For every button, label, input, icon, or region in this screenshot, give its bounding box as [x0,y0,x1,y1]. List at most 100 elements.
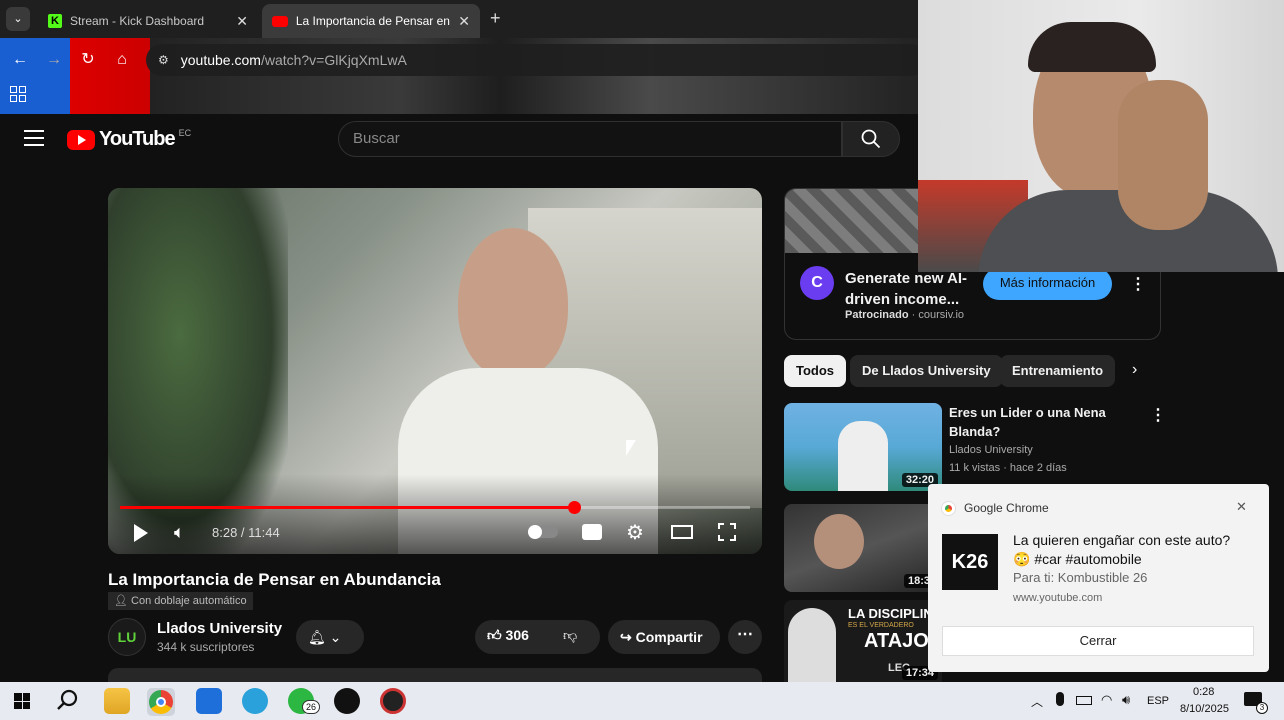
recommended-menu-icon[interactable]: ⋮ [1150,405,1166,425]
notification-close-icon[interactable]: ✕ [1236,499,1247,515]
chrome-taskbar-icon[interactable] [147,688,175,716]
tab-kick-dashboard[interactable]: K Stream - Kick Dashboard ✕ [38,4,258,38]
menu-icon[interactable] [24,130,44,146]
close-tab-icon[interactable]: ✕ [458,13,470,30]
close-tab-icon[interactable]: ✕ [236,13,248,30]
youtube-logo[interactable]: YouTube EC [67,128,191,151]
tab-youtube-video[interactable]: La Importancia de Pensar en Ab ✕ [262,4,480,38]
microphone-icon[interactable] [1056,692,1064,706]
notification-logo: K26 [942,534,998,590]
tiktok-icon[interactable] [334,688,360,714]
tab-title: Stream - Kick Dashboard [70,14,205,28]
reload-icon[interactable]: ↻ [76,48,100,72]
like-button[interactable]: 👍︎ 306 [487,627,529,644]
dislike-button[interactable]: 👎︎ [563,627,577,644]
share-button[interactable]: ↪ Compartir [608,620,720,654]
time-display: 8:28 / 11:44 [212,525,280,540]
file-explorer-icon[interactable] [104,688,130,714]
recommended-thumbnail[interactable]: 32:20 [784,403,942,491]
mouse-cursor [626,440,636,456]
whatsapp-badge: 26 [302,700,320,714]
language-indicator[interactable]: ESP [1147,695,1169,707]
recording-app-icon[interactable] [380,688,406,714]
youtube-favicon-icon [272,15,288,27]
back-icon[interactable]: ← [8,48,32,72]
url-path: /watch?v=GlKjqXmLwA [260,52,407,68]
settings-gear-icon[interactable]: ⚙ [626,520,644,545]
notification-title: La quieren engañar con este auto? 😳 #car … [1013,532,1231,567]
browser-tab-strip: ⌄ K Stream - Kick Dashboard ✕ La Importa… [0,0,920,38]
recommended-thumbnail[interactable]: 18:3 [784,504,942,592]
dub-icon: 👤︎ [114,595,128,607]
subscribed-button[interactable]: 🔔︎ ⌄ [296,620,364,654]
chip-de-llados[interactable]: De Llados University [850,355,1003,387]
thumb-down-icon: 👎︎ [563,627,578,643]
clock-time[interactable]: 0:28 [1193,686,1214,698]
chevron-down-icon: ⌄ [329,629,342,645]
notification-close-button[interactable]: Cerrar [942,626,1254,656]
ad-menu-icon[interactable]: ⋮ [1130,274,1146,294]
ad-logo-icon: C [800,266,834,300]
taskbar-search-icon[interactable] [56,688,80,717]
volume-tray-icon[interactable]: 🔊︎ [1122,692,1130,708]
chrome-notification: Google Chrome ✕ K26 La quieren engañar c… [928,484,1269,672]
youtube-play-icon [67,129,95,150]
video-gradient-overlay [108,474,762,554]
site-info-icon[interactable]: ⚙ [158,53,169,67]
recommended-channel: Llados University [949,444,1033,456]
address-bar[interactable]: ⚙ youtube.com/watch?v=GlKjqXmLwA [146,44,926,76]
telegram-icon[interactable] [242,688,268,714]
channel-name[interactable]: Llados University [157,620,282,637]
ad-title: Generate new AI-driven income... [845,270,967,308]
channel-avatar[interactable]: LU [108,618,146,656]
store-icon[interactable] [196,688,222,714]
volume-icon[interactable]: 🔈︎ [174,522,185,543]
tab-search-button[interactable]: ⌄ [6,7,30,31]
home-icon[interactable]: ⌂ [110,48,134,72]
video-title: La Importancia de Pensar en Abundancia [108,570,441,589]
notification-subtitle: Para ti: Kombustible 26 [1013,570,1148,585]
webcam-overlay [918,0,1284,272]
theater-mode-icon[interactable] [671,525,693,539]
battery-icon[interactable] [1076,696,1092,705]
progress-bar[interactable] [120,501,750,514]
play-icon[interactable] [134,524,148,542]
video-player[interactable]: 🔈︎ 8:28 / 11:44 ⚙ [108,188,762,554]
chip-entrenamiento[interactable]: Entrenamiento [1000,355,1116,387]
progress-scrubber[interactable] [568,501,581,514]
url-host: youtube.com [180,52,261,68]
recommended-title[interactable]: Eres un Lider o una Nena Blanda? [949,403,1106,441]
chips-next-icon[interactable]: › [1132,361,1137,379]
fullscreen-icon[interactable] [718,523,736,541]
apps-grid-icon[interactable] [10,86,26,102]
recommended-meta: 11 k vistas · hace 2 días [949,462,1067,474]
subtitles-icon[interactable] [582,524,602,540]
search-icon [861,129,881,149]
wifi-icon[interactable]: ◠ [1101,692,1112,708]
recommended-thumbnail[interactable]: LA DISCIPLIN ES EL VERDADERO ATAJO LEC 1… [784,600,942,682]
tray-chevron-up-icon[interactable]: ︿ [1031,693,1043,710]
subscriber-count: 344 k suscriptores [157,640,255,654]
dub-badge: 👤︎ Con doblaje automático [108,592,253,610]
notification-source: www.youtube.com [1013,592,1103,604]
search-input[interactable]: Buscar [338,121,842,157]
new-tab-button[interactable]: + [490,8,501,29]
chrome-icon [942,502,955,515]
notification-count-badge: 3 [1256,702,1268,714]
ad-cta-button[interactable]: Más información [983,268,1112,300]
tab-title: La Importancia de Pensar en Ab [295,14,451,28]
autoplay-toggle[interactable] [528,525,558,539]
forward-icon[interactable]: → [42,48,66,72]
notification-app-name: Google Chrome [964,501,1049,515]
kick-icon: K [48,14,62,28]
search-button[interactable] [842,121,900,157]
progress-fill [120,506,575,509]
more-actions-button[interactable]: ⋯ [728,620,762,654]
windows-start-icon[interactable] [14,693,30,709]
bell-icon: 🔔︎ [308,629,326,645]
ad-sponsor-line: Patrocinado · coursiv.io [845,309,965,321]
thumb-up-icon: 👍︎ [487,627,502,643]
share-icon: ↪ [620,629,632,645]
chip-todos[interactable]: Todos [784,355,847,387]
clock-date[interactable]: 8/10/2025 [1180,703,1229,715]
